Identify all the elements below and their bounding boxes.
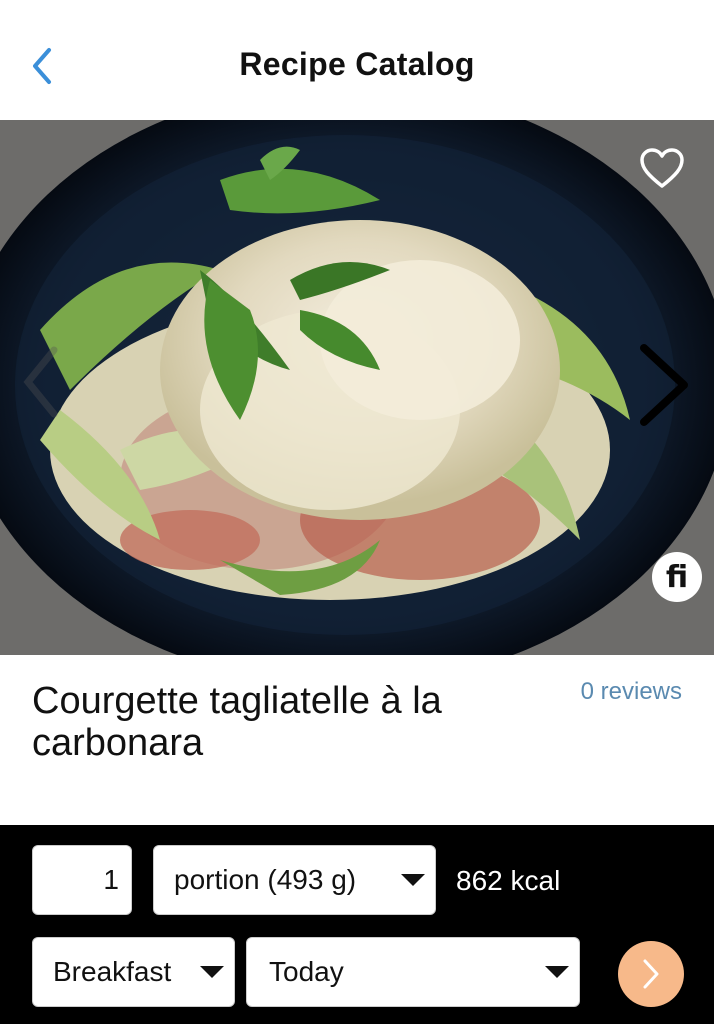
portion-value: portion (493 g): [174, 864, 357, 895]
chevron-right-icon: [640, 344, 688, 426]
chevron-right-icon: [643, 959, 659, 989]
meal-select[interactable]: Breakfast: [32, 937, 235, 1007]
log-bar: 1 portion (493 g) 862 kcal Breakfast Tod…: [0, 825, 714, 1024]
previous-image-button[interactable]: [20, 342, 60, 422]
portion-select[interactable]: portion (493 g): [153, 845, 436, 915]
quantity-value: 1: [103, 864, 119, 895]
food-image: [0, 120, 714, 655]
favorite-button[interactable]: [638, 146, 686, 190]
dropdown-caret-icon: [545, 966, 569, 978]
page-title: Recipe Catalog: [239, 46, 475, 82]
fi-logo-badge: fi: [652, 552, 702, 602]
chevron-left-icon: [23, 346, 58, 418]
day-value: Today: [269, 956, 344, 987]
recipe-title: Courgette tagliatelle à la carbonara: [32, 680, 442, 764]
meal-value: Breakfast: [53, 956, 172, 987]
quantity-input[interactable]: 1: [32, 845, 132, 915]
dropdown-caret-icon: [401, 874, 425, 886]
reviews-link[interactable]: 0 reviews: [581, 678, 682, 706]
next-image-button[interactable]: [634, 342, 694, 428]
badge-text: fi: [665, 559, 689, 595]
heart-outline-icon: [640, 148, 684, 188]
add-to-diary-button[interactable]: [618, 941, 684, 1007]
calories-value: 862 kcal: [456, 865, 561, 896]
app-header: Recipe Catalog: [0, 0, 714, 120]
recipe-photo: fi: [0, 120, 714, 655]
dropdown-caret-icon: [200, 966, 224, 978]
day-select[interactable]: Today: [246, 937, 580, 1007]
